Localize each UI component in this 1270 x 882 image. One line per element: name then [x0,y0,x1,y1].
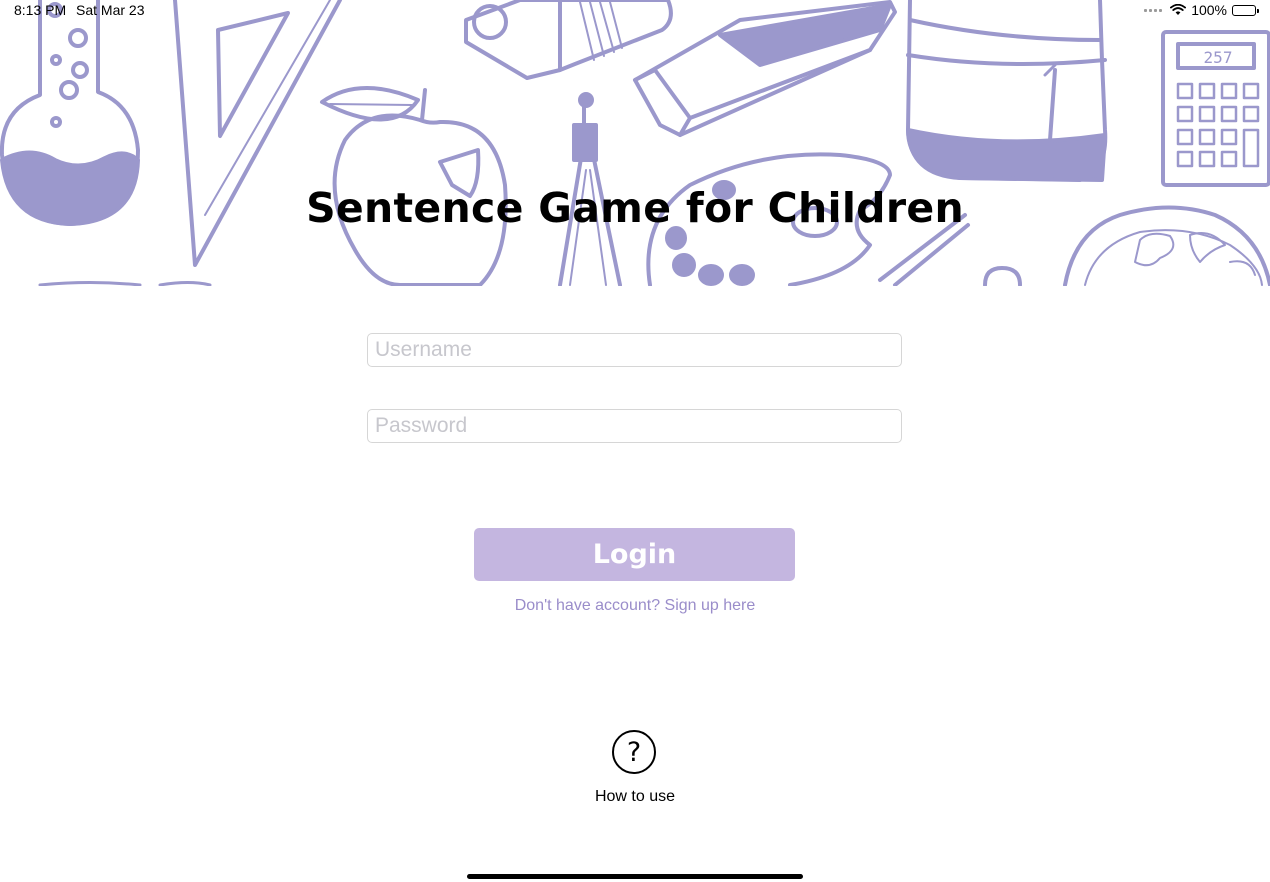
header-illustration: 257 [0,0,1270,286]
status-bar: 8:13 PM Sat Mar 23 100% [0,0,1270,20]
battery-icon [1232,4,1259,16]
home-indicator[interactable] [467,874,803,879]
battery-percentage: 100% [1191,2,1227,18]
eraser-doodle [633,0,897,137]
help-glyph: ? [626,736,642,768]
status-indicators: 100% [1144,2,1259,18]
cellular-signal-icon [1144,8,1163,12]
backpack-doodle [906,0,1108,182]
school-supplies-doodle: 257 [0,0,1270,286]
question-circle-icon[interactable]: ? [612,730,656,774]
status-date: Sat Mar 23 [76,2,145,18]
status-time: 8:13 PM [14,2,67,18]
how-to-use-label[interactable]: How to use [0,788,1270,806]
password-field[interactable] [367,409,902,443]
calculator-display-text: 257 [1204,48,1233,67]
wifi-icon [1170,4,1187,15]
signup-link[interactable]: Don't have account? Sign up here [0,597,1270,615]
username-field[interactable] [367,333,902,367]
page-title: Sentence Game for Children [306,184,964,232]
login-button[interactable]: Login [474,528,795,581]
login-screen: 257 8:13 PM Sat Mar 23 100% Sentence Gam… [0,0,1270,882]
